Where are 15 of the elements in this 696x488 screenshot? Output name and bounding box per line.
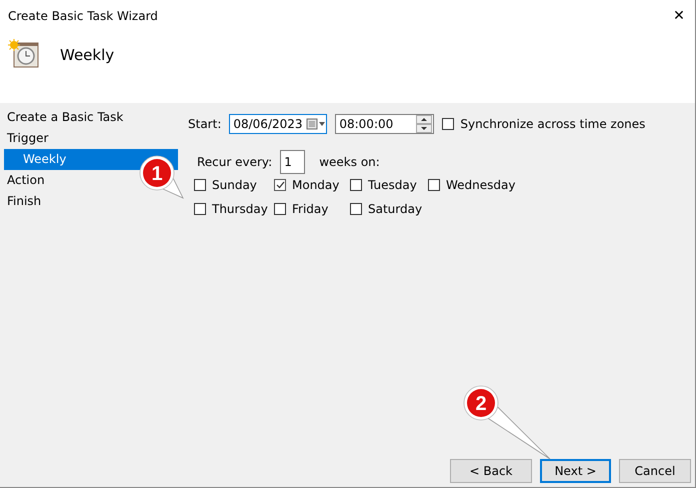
checkbox-label: Tuesday	[368, 178, 417, 192]
page-title: Weekly	[60, 46, 114, 64]
checkbox-label: Monday	[292, 178, 340, 192]
checkbox-label: Saturday	[368, 202, 422, 216]
callout-tooltip: 2	[461, 383, 552, 461]
checkbox-label: Friday	[292, 202, 328, 216]
checkbox-label: Sunday	[212, 178, 257, 192]
field-label: Recur every:	[197, 155, 272, 169]
checkbox-label: Wednesday	[446, 178, 516, 192]
field-label: weeks on:	[319, 155, 380, 169]
field-label: Start:	[188, 117, 222, 131]
callout-tooltip: 1	[137, 153, 185, 200]
window-title: Create Basic Task Wizard	[8, 9, 158, 23]
checkbox-label: Synchronize across time zones	[460, 117, 646, 131]
checkbox-label: Thursday	[212, 202, 268, 216]
